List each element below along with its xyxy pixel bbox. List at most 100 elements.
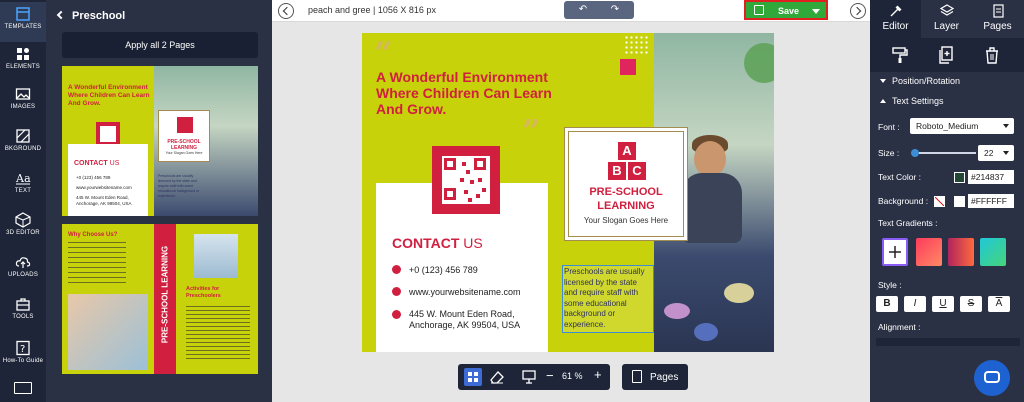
tab-editor[interactable]: Editor [870, 0, 921, 38]
no-fill-swatch[interactable] [934, 196, 945, 207]
zoom-in-button[interactable]: + [594, 367, 602, 382]
canvas-toolbar: − 61 % + [458, 364, 610, 390]
rail-elements[interactable]: ELEMENTS [0, 42, 46, 82]
alignment-buttons[interactable] [876, 338, 1020, 346]
rail-background[interactable]: BKGROUND [0, 124, 46, 164]
back-chevron-icon[interactable] [56, 10, 66, 20]
thumb2-photo-bottom [68, 294, 148, 370]
background-swatch[interactable] [954, 196, 965, 207]
underline-button[interactable]: U [932, 296, 954, 312]
pages-icon [992, 4, 1004, 18]
rail-3d-editor-label: 3D EDITOR [6, 230, 40, 236]
rail-tools[interactable]: TOOLS [0, 292, 46, 332]
size-dropdown-icon [1003, 151, 1009, 155]
rail-how-to-guide-label: How-To Guide [2, 358, 44, 364]
design-page[interactable]: “ A Wonderful Environment Where Children… [362, 33, 774, 352]
background-label: Background : [878, 196, 929, 206]
tab-pages[interactable]: Pages [972, 0, 1023, 38]
rail-tools-label: TOOLS [12, 314, 34, 320]
text-settings-toggle[interactable]: Text Settings [880, 96, 944, 106]
rail-how-to-guide[interactable]: ? How-To Guide [0, 336, 46, 372]
rail-elements-label: ELEMENTS [6, 64, 40, 70]
thumb2-list-lines [186, 306, 250, 362]
top-bar: peach and gree | 1056 X 816 px ↶ ↷ Save [272, 0, 870, 22]
size-slider[interactable] [911, 149, 976, 157]
position-rotation-toggle[interactable]: Position/Rotation [880, 76, 960, 86]
strikethrough-button[interactable]: S [960, 296, 982, 312]
rail-background-label: BKGROUND [4, 146, 42, 152]
qr-code-box[interactable] [432, 146, 500, 214]
rail-text[interactable]: Aa TEXT [0, 166, 46, 206]
contact-title: CONTACT US [392, 235, 483, 251]
grid-view-icon[interactable] [464, 368, 482, 386]
trash-icon[interactable] [982, 45, 1002, 65]
thumb1-address: 445 W. Mount Eden Road, Anchorage, AK 99… [76, 195, 132, 206]
kid-head-shape [694, 141, 726, 177]
uppercase-button[interactable]: A [988, 296, 1010, 312]
rail-uploads[interactable]: UPLOADS [0, 250, 46, 290]
size-select[interactable]: 22 [978, 145, 1014, 161]
brand-title-line1: PRE-SCHOOL [589, 186, 663, 198]
layer-icon [939, 4, 954, 16]
chat-bubble-icon [984, 371, 1000, 383]
collapse-right-button[interactable] [850, 3, 866, 19]
gradient-swatch-2[interactable] [948, 238, 974, 266]
brand-title-line2: LEARNING [597, 200, 655, 212]
font-label: Font : [878, 122, 900, 132]
brand-box[interactable]: A B C PRE-SCHOOL LEARNING Your Slogan Go… [564, 127, 688, 241]
pages-button[interactable]: Pages [622, 364, 688, 390]
eraser-icon[interactable] [488, 368, 506, 386]
letter-block-c: C [628, 162, 646, 180]
panel-header[interactable]: Preschool [56, 10, 126, 22]
save-button[interactable]: Save [744, 0, 828, 20]
undo-icon[interactable]: ↶ [568, 3, 598, 17]
right-panel: Editor Layer Pages Position/Rotation Tex… [870, 0, 1024, 402]
text-color-swatch[interactable] [954, 172, 965, 183]
apply-all-pages-button[interactable]: Apply all 2 Pages [62, 32, 258, 58]
zoom-out-button[interactable]: − [546, 368, 554, 383]
font-select[interactable]: Roboto_Medium [910, 118, 1014, 134]
background-hex[interactable]: #FFFFFF [968, 194, 1014, 208]
thumb2-activities: Activities for Preschoolers [186, 286, 221, 299]
chat-button[interactable] [974, 360, 1010, 396]
page-thumbnail-2[interactable]: Why Choose Us? PRE-SCHOOL LEARNING Activ… [62, 224, 258, 374]
thumb1-note: Preschools are usually licensed by the s… [158, 174, 200, 198]
guide-icon: ? [16, 340, 30, 356]
quote-close-icon: ” [522, 112, 541, 150]
document-title[interactable]: peach and gree | 1056 X 816 px [308, 5, 436, 15]
paint-roller-icon[interactable] [890, 45, 910, 65]
page-thumbnail-1[interactable]: A Wonderful Environment Where Children C… [62, 66, 258, 216]
size-slider-knob[interactable] [911, 149, 919, 157]
italic-button[interactable]: I [904, 296, 926, 312]
qr-code-icon [442, 156, 490, 204]
selected-text-box[interactable]: Preschools are usually licensed by the s… [562, 265, 654, 333]
add-gradient-button[interactable] [882, 238, 908, 266]
pages-button-label: Pages [650, 372, 679, 383]
gradient-swatch-1[interactable] [916, 238, 942, 266]
rail-images-label: IMAGES [10, 104, 36, 110]
font-dropdown-icon [1003, 124, 1009, 128]
collapse-left-button[interactable] [278, 3, 294, 19]
design-headline[interactable]: A Wonderful Environment Where Children C… [376, 69, 576, 117]
save-dropdown-icon[interactable] [812, 9, 820, 14]
rail-templates[interactable]: TEMPLATES [0, 2, 46, 42]
size-label: Size : [878, 148, 900, 158]
text-color-hex[interactable]: #214837 [968, 170, 1014, 184]
keyboard-icon[interactable] [14, 382, 32, 394]
redo-icon[interactable]: ↷ [600, 3, 630, 17]
panel-title: Preschool [72, 10, 126, 22]
duplicate-icon[interactable] [936, 45, 956, 65]
element-actions [870, 38, 1024, 72]
app-root: TEMPLATES ELEMENTS IMAGES BKGROUND Aa TE… [0, 0, 1024, 402]
caret-up-icon [880, 99, 886, 103]
elements-icon [17, 48, 29, 60]
rail-3d-editor[interactable]: 3D EDITOR [0, 208, 46, 248]
right-tabs: Editor Layer Pages [870, 0, 1024, 38]
rail-images[interactable]: IMAGES [0, 82, 46, 122]
left-rail: TEMPLATES ELEMENTS IMAGES BKGROUND Aa TE… [0, 0, 46, 402]
presentation-icon[interactable] [520, 368, 538, 386]
bold-button[interactable]: B [876, 296, 898, 312]
gradient-swatch-3[interactable] [980, 238, 1006, 266]
thumb1-brand-box: PRE-SCHOOL LEARNING Your Slogan Goes Her… [158, 110, 210, 162]
tab-layer[interactable]: Layer [921, 0, 972, 38]
